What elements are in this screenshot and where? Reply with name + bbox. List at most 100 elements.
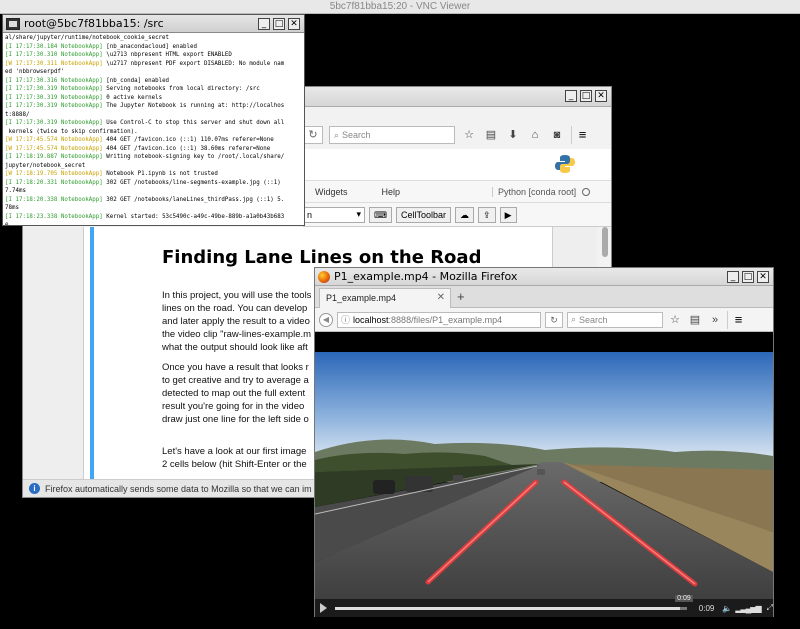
- terminal-line-prefix: [W 17:18:19.705 NotebookApp]: [5, 171, 103, 177]
- menu-widgets[interactable]: Widgets: [315, 187, 348, 197]
- terminal-line-text: 0 active kernels: [102, 94, 163, 101]
- back-arrow-icon[interactable]: ◀: [319, 312, 333, 327]
- terminal-line: ed 'nbbrowserpdf': [5, 68, 302, 77]
- desktop: _ □ ✕ ↻ ⌕ Search ☆ ▤ ⬇ ⌂ ◙ ≡ Widgets Hel…: [0, 14, 800, 629]
- terminal-icon: [6, 17, 20, 30]
- tab-strip: P1_example.mp4 ✕ +: [315, 286, 773, 308]
- home-icon[interactable]: ⌂: [527, 127, 543, 143]
- bookmark-star-icon[interactable]: ☆: [667, 312, 683, 328]
- firefox-video-titlebar[interactable]: P1_example.mp4 - Mozilla Firefox _ □ ✕: [315, 268, 773, 286]
- notebook-title: Finding Lane Lines on the Road: [162, 247, 482, 268]
- search-placeholder: Search: [342, 130, 371, 140]
- menu-hamburger-icon[interactable]: ≡: [727, 310, 749, 329]
- kernel-status-icon: [582, 187, 591, 196]
- terminal-line-prefix: kernels (twice to skip confirmation).: [5, 128, 138, 135]
- terminal-output[interactable]: al/share/jupyter/runtime/notebook_cookie…: [3, 33, 304, 225]
- pocket-icon[interactable]: ◙: [549, 127, 565, 143]
- bookmark-star-icon[interactable]: ☆: [461, 127, 477, 143]
- terminal-line: [I 17:17:30.319 NotebookApp] Use Control…: [5, 119, 302, 128]
- celltoolbar-button[interactable]: CellToolbar: [396, 206, 452, 223]
- vnc-title: 5bc7f81bba15:20 - VNC Viewer: [329, 1, 471, 12]
- terminal-line: t:8888/: [5, 111, 302, 120]
- close-icon[interactable]: ✕: [757, 271, 769, 283]
- overflow-chevron-icon[interactable]: »: [707, 312, 723, 328]
- terminal-titlebar[interactable]: root@5bc7f81bba15: /src _ □ ✕: [3, 15, 304, 33]
- search-input[interactable]: ⌕ Search: [567, 311, 663, 328]
- terminal-line: [I 17:18:19.887 NotebookApp] Writing not…: [5, 153, 302, 162]
- terminal-line-prefix: 7.74ms: [5, 188, 26, 194]
- video-controls: 0:09 0:09 🔈 ▂▃▄▅▆ ⤢: [315, 594, 773, 617]
- play-icon[interactable]: [320, 603, 327, 613]
- maximize-icon[interactable]: □: [742, 271, 754, 283]
- terminal-line-prefix: ed 'nbbrowserpdf': [5, 69, 65, 75]
- reload-button[interactable]: ↻: [545, 311, 563, 328]
- presentation-icon[interactable]: ⇪: [478, 206, 496, 223]
- terminal-line-prefix: [I 17:17:30.319 NotebookApp]: [5, 86, 103, 92]
- tab-p1-example[interactable]: P1_example.mp4 ✕: [319, 288, 451, 308]
- terminal-line-text: \u2713 nbpresent HTML export ENABLED: [102, 52, 232, 58]
- terminal-line-text: 404 GET /favicon.ico (::1) 38.60ms refer…: [102, 145, 271, 152]
- volume-icon[interactable]: 🔈: [722, 604, 732, 613]
- terminal-line-prefix: jupyter/notebook_secret: [5, 162, 86, 169]
- terminal-line-prefix: [I 17:18:20.331 NotebookApp]: [5, 179, 103, 186]
- volume-level-icon[interactable]: ▂▃▄▅▆: [735, 604, 761, 613]
- url-bar[interactable]: ⓘ localhost:8888/files/P1_example.mp4: [337, 311, 541, 328]
- terminal-line: [I 17:17:30.184 NotebookApp] [nb_anacond…: [5, 43, 302, 52]
- terminal-line-prefix: [I 17:17:30.319 NotebookApp]: [5, 94, 103, 101]
- terminal-line: [W 17:17:45.574 NotebookApp] 404 GET /fa…: [5, 145, 302, 154]
- minimize-icon[interactable]: _: [565, 90, 577, 102]
- terminal-line: [I 17:18:23.338 NotebookApp] Kernel star…: [5, 213, 302, 222]
- firefox-logo-icon: [318, 270, 330, 283]
- terminal-line: [I 17:17:30.319 NotebookApp] 0 active ke…: [5, 94, 302, 103]
- upload-cloud-icon[interactable]: ☁: [455, 206, 475, 223]
- scrollbar-thumb[interactable]: [602, 227, 608, 257]
- terminal-line-text: The Jupyter Notebook is running at: http…: [102, 103, 285, 109]
- fullscreen-icon[interactable]: ⤢: [767, 603, 773, 613]
- terminal-line-text: \u2717 nbpresent PDF export DISABLED: No…: [102, 60, 285, 67]
- terminal-line: al/share/jupyter/runtime/notebook_cookie…: [5, 34, 302, 43]
- video-frame-road: [314, 332, 773, 599]
- terminal-line: [I 17:17:30.310 NotebookApp] \u2713 nbpr…: [5, 51, 302, 60]
- minimize-icon[interactable]: _: [258, 18, 270, 30]
- close-icon[interactable]: ✕: [595, 90, 607, 102]
- terminal-line: [W 17:17:45.574 NotebookApp] 404 GET /fa…: [5, 136, 302, 145]
- new-tab-icon[interactable]: +: [457, 289, 465, 304]
- window-title: P1_example.mp4 - Mozilla Firefox: [334, 270, 518, 283]
- reload-button[interactable]: ↻: [303, 126, 323, 144]
- terminal-line: [I 17:17:30.319 NotebookApp] The Jupyter…: [5, 102, 302, 111]
- terminal-line-prefix: [W 17:17:45.574 NotebookApp]: [5, 145, 103, 152]
- terminal-line-text: [nb_conda] enabled: [102, 77, 170, 84]
- search-input[interactable]: ⌕ Search: [329, 126, 455, 144]
- menu-help[interactable]: Help: [382, 187, 401, 197]
- tab-label: P1_example.mp4: [326, 293, 397, 303]
- video-icon[interactable]: ▶: [499, 206, 517, 223]
- terminal-line-text: Notebook P1.ipynb is not trusted: [102, 171, 218, 177]
- minimize-icon[interactable]: _: [727, 271, 739, 283]
- tab-close-icon[interactable]: ✕: [437, 292, 445, 303]
- terminal-line: [W 17:17:30.311 NotebookApp] \u2717 nbpr…: [5, 60, 302, 69]
- vnc-titlebar: 5bc7f81bba15:20 - VNC Viewer: [0, 0, 800, 14]
- current-time: 0:09: [698, 603, 715, 613]
- terminal-line-prefix: al/share/jupyter/runtime/notebook_cookie…: [5, 35, 170, 41]
- url-path: :8888/files/P1_example.mp4: [388, 314, 503, 325]
- maximize-icon[interactable]: □: [580, 90, 592, 102]
- reading-list-icon[interactable]: ▤: [483, 127, 499, 143]
- close-icon[interactable]: ✕: [288, 18, 300, 30]
- video-player[interactable]: 0:09 0:09 🔈 ▂▃▄▅▆ ⤢: [314, 332, 773, 617]
- seek-progress: [335, 606, 680, 610]
- terminal-line: [I 17:18:20.331 NotebookApp] 302 GET /no…: [5, 179, 302, 188]
- firefox-video-window[interactable]: P1_example.mp4 - Mozilla Firefox _ □ ✕ P…: [314, 267, 774, 617]
- notification-text: Firefox automatically sends some data to…: [45, 483, 312, 494]
- url-host: localhost: [353, 314, 389, 325]
- terminal-line-prefix: [W 17:17:45.574 NotebookApp]: [5, 137, 103, 143]
- seek-bar[interactable]: 0:09: [335, 594, 693, 610]
- cell-type-select[interactable]: n ▾: [303, 206, 365, 223]
- reading-list-icon[interactable]: ▤: [687, 312, 703, 328]
- terminal-window[interactable]: root@5bc7f81bba15: /src _ □ ✕ al/share/j…: [2, 14, 305, 226]
- maximize-icon[interactable]: □: [273, 18, 285, 30]
- keyboard-icon[interactable]: ⌨: [369, 206, 392, 223]
- download-icon[interactable]: ⬇: [505, 127, 521, 143]
- menu-hamburger-icon[interactable]: ≡: [571, 126, 593, 144]
- navigation-toolbar: ↻ ⌕ Search ☆ ▤ ⬇ ⌂ ◙ ≡: [303, 122, 611, 148]
- terminal-line-prefix: [I 17:17:30.319 NotebookApp]: [5, 120, 103, 126]
